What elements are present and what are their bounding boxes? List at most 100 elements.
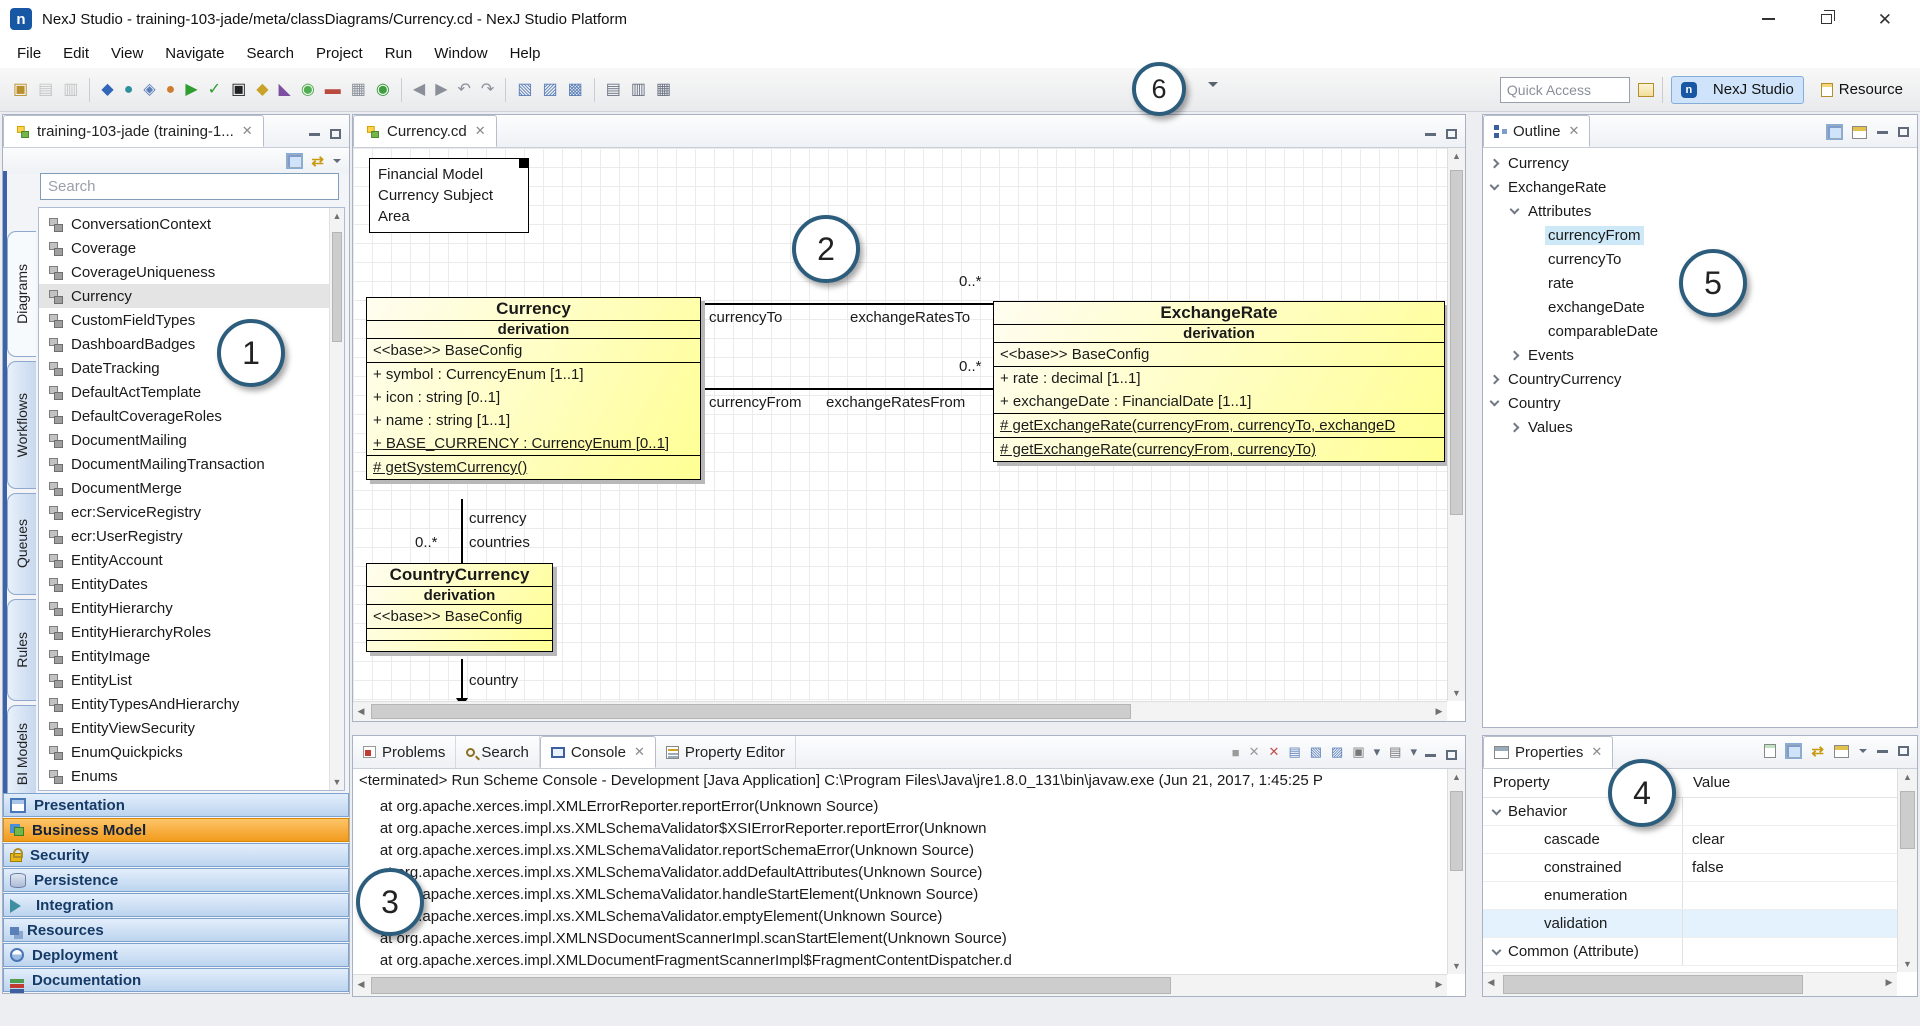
maximize-view-icon[interactable] <box>1898 746 1909 756</box>
scroll-down-icon[interactable]: ▼ <box>330 774 344 790</box>
show-categories-icon[interactable] <box>1786 744 1801 758</box>
tab-search[interactable]: Search <box>456 736 540 768</box>
tree-item[interactable]: EntityImage <box>39 644 344 668</box>
tree-item[interactable]: EntityList <box>39 668 344 692</box>
property-row[interactable]: enumeration <box>1483 882 1897 910</box>
toolbar-separator[interactable] <box>594 78 595 102</box>
section-button[interactable]: Resources <box>3 918 349 942</box>
section-button[interactable]: Business Model <box>3 818 349 842</box>
property-row[interactable]: Common (Attribute) <box>1483 938 1897 966</box>
collapse-all-button[interactable]: ▨ <box>538 75 561 105</box>
view-menu-icon[interactable] <box>333 159 341 167</box>
tree-item[interactable]: DefaultActTemplate <box>39 380 344 404</box>
properties-vertical-scrollbar[interactable]: ▲ ▼ <box>1897 769 1917 972</box>
console-horizontal-scrollbar[interactable]: ◀ ▶ <box>353 974 1447 996</box>
tab-properties[interactable]: Properties ✕ <box>1483 736 1613 768</box>
undo-button[interactable]: ↶ <box>454 75 475 105</box>
attribute-row[interactable]: + BASE_CURRENCY : CurrencyEnum [0..1] <box>367 432 700 455</box>
tree-item[interactable]: Currency <box>39 284 344 308</box>
remove-launch-icon[interactable]: ✕ <box>1249 744 1260 760</box>
model-button[interactable]: ◣ <box>275 75 295 105</box>
view-menu-icon[interactable] <box>1859 749 1867 757</box>
group-chevron-icon[interactable] <box>1492 945 1502 955</box>
close-icon[interactable]: ✕ <box>475 123 486 139</box>
expand-all-button[interactable]: ▩ <box>564 75 587 105</box>
perspective-nexj-studio[interactable]: nNexJ Studio <box>1671 76 1804 104</box>
tree-chevron-icon[interactable] <box>1490 374 1500 384</box>
outline-tree-row[interactable]: comparableDate <box>1485 319 1915 343</box>
close-icon[interactable]: ✕ <box>634 744 645 760</box>
editor-tab-currency-cd[interactable]: Currency.cd ✕ <box>353 115 497 147</box>
table-tools-button[interactable]: ▤ <box>602 75 625 105</box>
tree-item[interactable]: DocumentMerge <box>39 476 344 500</box>
tree-item[interactable]: EntityAccount <box>39 548 344 572</box>
outline-tree-row[interactable]: Attributes <box>1485 199 1915 223</box>
toolbar-separator[interactable] <box>89 78 90 102</box>
scrollbar-thumb[interactable] <box>1900 791 1915 849</box>
back-button[interactable]: ◀ <box>409 75 429 105</box>
word-wrap-icon[interactable]: ▨ <box>1331 744 1343 760</box>
redo-button[interactable]: ↷ <box>477 75 498 105</box>
menu-item[interactable]: Run <box>374 41 424 66</box>
outline-tree-row[interactable]: Events <box>1485 343 1915 367</box>
section-button[interactable]: Security <box>3 843 349 867</box>
close-icon[interactable]: ✕ <box>1591 744 1602 760</box>
tree-item[interactable]: DateTracking <box>39 356 344 380</box>
operation-row[interactable]: # getSystemCurrency() <box>367 456 700 479</box>
association-country[interactable] <box>461 659 463 701</box>
chart-button[interactable]: ▦ <box>347 75 370 105</box>
diagram-canvas[interactable]: Financial ModelCurrency SubjectArea curr… <box>353 148 1447 701</box>
tree-item[interactable]: ecr:UserRegistry <box>39 524 344 548</box>
tab-outline[interactable]: Outline ✕ <box>1483 115 1590 147</box>
diagram-note[interactable]: Financial ModelCurrency SubjectArea <box>369 158 529 233</box>
show-advanced-icon[interactable]: ⇄ <box>1811 742 1824 760</box>
outline-tree-row[interactable]: Country <box>1485 391 1915 415</box>
tree-item[interactable]: DashboardBadges <box>39 332 344 356</box>
tree-chevron-icon[interactable] <box>1510 350 1520 360</box>
vertical-tab[interactable]: Diagrams <box>7 231 36 357</box>
tree-view-icon[interactable] <box>1827 125 1842 139</box>
navigator-tab[interactable]: training-103-jade (training-1... ✕ <box>3 115 264 147</box>
tree-item[interactable]: EntityTypesAndHierarchy <box>39 692 344 716</box>
maximize-view-icon[interactable] <box>330 129 341 139</box>
attribute-row[interactable]: + icon : string [0..1] <box>367 386 700 409</box>
vertical-tab[interactable]: Workflows <box>7 361 36 489</box>
tree-item[interactable]: EnumQuickpicks <box>39 740 344 764</box>
vertical-tab[interactable]: BI Models <box>7 705 36 803</box>
association-countries[interactable] <box>461 499 463 563</box>
maximize-view-icon[interactable] <box>1446 129 1457 139</box>
tab-problems[interactable]: Problems <box>353 736 456 768</box>
console-button[interactable]: ▣ <box>227 75 250 105</box>
menu-item[interactable]: Project <box>305 41 374 66</box>
menu-item[interactable]: Window <box>423 41 498 66</box>
property-row[interactable]: validation <box>1483 910 1897 938</box>
menu-item[interactable]: File <box>6 41 52 66</box>
layout-tools-button[interactable]: ▥ <box>627 75 650 105</box>
pin-console-icon[interactable]: ▣ <box>1352 744 1364 760</box>
tree-item[interactable]: CoverageUniqueness <box>39 260 344 284</box>
section-button[interactable]: Deployment <box>3 943 349 967</box>
display-console-icon[interactable]: ▾ <box>1374 744 1381 760</box>
new-property-icon[interactable] <box>1764 744 1776 758</box>
tree-item[interactable]: DefaultCoverageRoles <box>39 404 344 428</box>
tab-property-editor[interactable]: Property Editor <box>656 736 796 768</box>
association-currencyFrom[interactable] <box>701 388 993 390</box>
section-button[interactable]: Documentation <box>3 968 349 992</box>
open-perspective-icon[interactable] <box>1638 83 1654 97</box>
tab-console[interactable]: Console✕ <box>540 736 656 768</box>
close-icon[interactable]: ✕ <box>242 123 253 139</box>
data-source-button[interactable]: ◈ <box>139 75 159 105</box>
scroll-up-icon[interactable]: ▲ <box>330 208 344 224</box>
toolbar-overflow-chevron-icon[interactable] <box>1208 82 1218 92</box>
menu-item[interactable]: View <box>100 41 154 66</box>
package-button[interactable]: ◆ <box>252 75 272 105</box>
maximize-view-icon[interactable] <box>1898 127 1909 137</box>
toolbar-separator[interactable] <box>401 78 402 102</box>
section-button[interactable]: Presentation <box>3 793 349 817</box>
attribute-row[interactable]: + exchangeDate : FinancialDate [1..1] <box>994 390 1444 413</box>
mail-button[interactable]: ▬ <box>321 75 345 105</box>
tree-item[interactable]: EntityDates <box>39 572 344 596</box>
scrollbar-thumb[interactable] <box>1503 975 1803 994</box>
association-currencyTo[interactable] <box>701 303 993 305</box>
attribute-row[interactable]: + symbol : CurrencyEnum [1..1] <box>367 363 700 386</box>
